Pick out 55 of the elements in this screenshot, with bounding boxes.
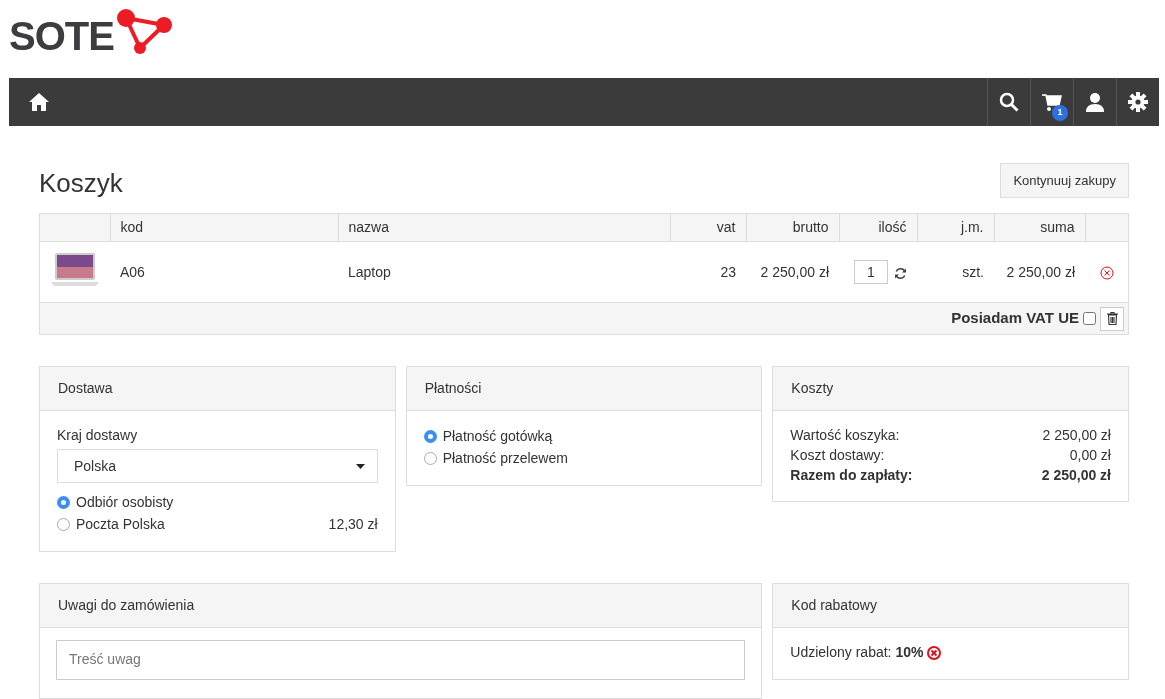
- table-cell: Laptop: [338, 241, 670, 303]
- table-cell: 2 250,00 zł: [994, 241, 1085, 303]
- remove-icon[interactable]: [1099, 266, 1114, 280]
- table-cell: 23: [670, 241, 746, 303]
- column-header: ilość: [839, 213, 917, 242]
- cart-button[interactable]: 1: [1030, 78, 1073, 126]
- radio-button[interactable]: [57, 517, 70, 531]
- home-icon: [28, 92, 50, 112]
- user-icon: [1085, 92, 1105, 112]
- notes-field[interactable]: Treść uwag: [56, 640, 746, 681]
- panel-header: Kod rabatowy: [773, 584, 1128, 629]
- panel-header: Koszty: [773, 367, 1128, 412]
- column-header: kod: [110, 213, 338, 242]
- cost-label: Wartość koszyka:: [790, 426, 900, 446]
- option-label: Płatność przelewem: [442, 449, 569, 469]
- settings-icon: [1128, 92, 1148, 112]
- option-label: Płatność gotówką: [442, 427, 554, 447]
- logo-text: SOTE: [9, 13, 114, 60]
- refresh-icon[interactable]: [894, 267, 907, 280]
- column-header: nazwa: [338, 213, 670, 242]
- column-header: suma: [994, 213, 1085, 242]
- caret-icon: [355, 463, 365, 469]
- search-icon: [999, 92, 1019, 112]
- table-cell: szt.: [917, 241, 994, 303]
- cost-label: Razem do zapłaty:: [790, 466, 913, 486]
- option-label: Odbiór osobisty: [76, 493, 175, 513]
- trash-icon: [1106, 312, 1118, 326]
- column-header: brutto: [746, 213, 839, 242]
- cart-count-badge: 1: [1052, 105, 1068, 121]
- radio-button[interactable]: [57, 495, 70, 509]
- continue-shopping-button[interactable]: Kontynuuj zakupy: [1000, 162, 1129, 199]
- country-select[interactable]: Polska: [57, 449, 378, 484]
- discount-text: Udzielony rabat: 10%: [790, 643, 924, 663]
- cost-label: Koszt dostawy:: [790, 446, 885, 466]
- table-cell: 2 250,00 zł: [746, 241, 839, 303]
- field-label: Kraj dostawy: [57, 426, 139, 446]
- radio-button[interactable]: [423, 451, 437, 465]
- cost-value: 2 250,00 zł: [1041, 466, 1111, 486]
- panel-header: Płatności: [406, 367, 762, 412]
- vat-ue-label: Posiadam VAT UE: [951, 308, 1079, 329]
- remove-icon[interactable]: [927, 645, 942, 660]
- vat-ue-checkbox[interactable]: [1083, 312, 1096, 326]
- cost-value: 2 250,00 zł: [1042, 426, 1111, 446]
- column-header: j.m.: [917, 213, 994, 242]
- panel-header: Uwagi do zamówienia: [40, 584, 762, 629]
- clear-cart-button[interactable]: [1100, 306, 1124, 331]
- quantity-field[interactable]: 1: [854, 260, 888, 285]
- page-title: Koszyk: [39, 168, 123, 200]
- option-label: Poczta Polska: [76, 515, 166, 535]
- cost-value: 0,00 zł: [1069, 446, 1111, 466]
- table-cell: A06: [110, 241, 338, 303]
- panel-header: Dostawa: [40, 367, 395, 412]
- radio-button[interactable]: [423, 429, 437, 443]
- column-header: vat: [670, 213, 746, 242]
- option-price: 12,30 zł: [328, 515, 378, 535]
